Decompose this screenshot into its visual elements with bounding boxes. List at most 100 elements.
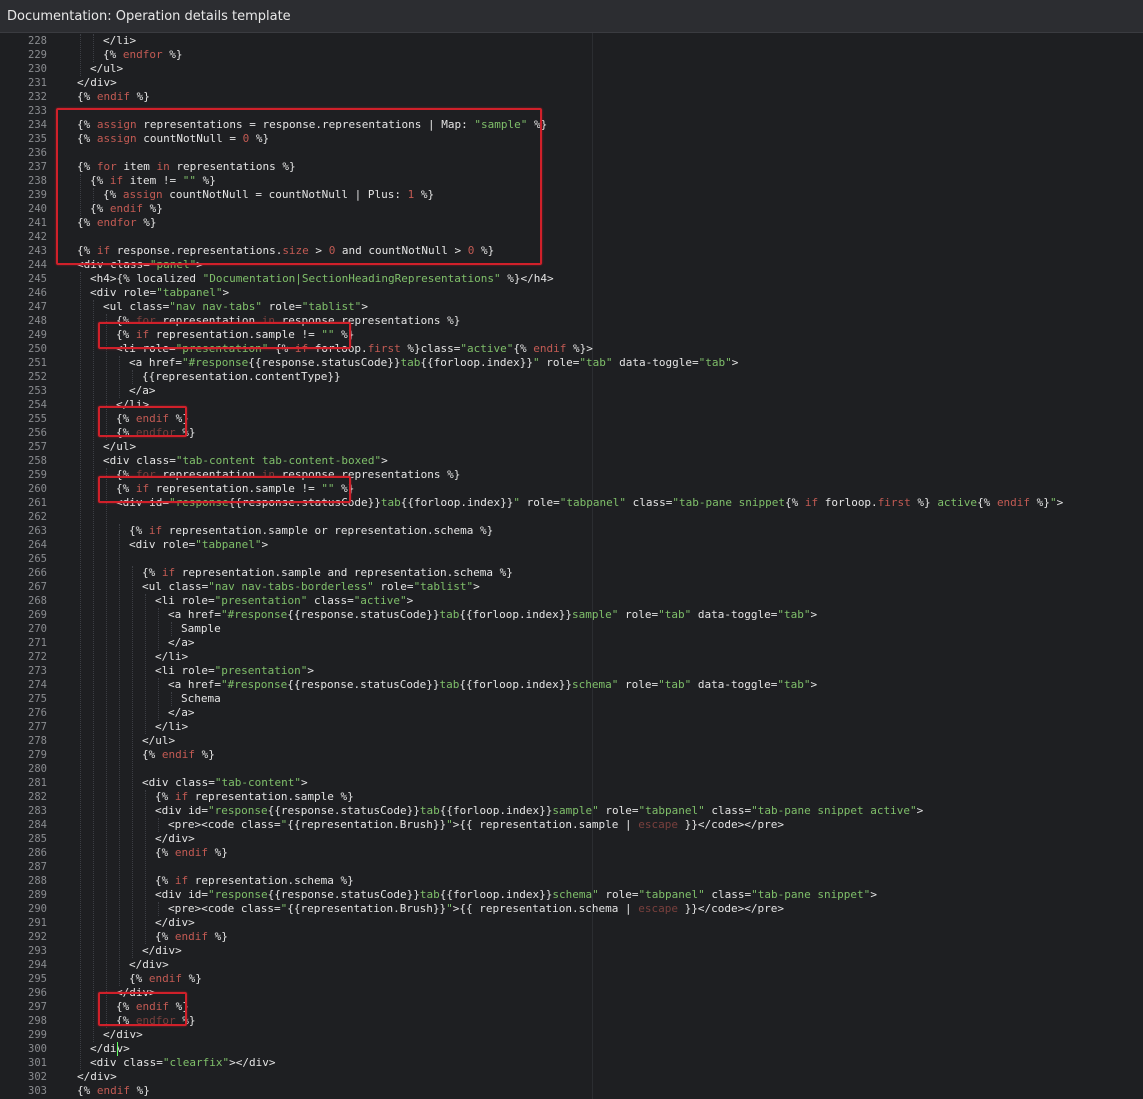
line-number: 302 xyxy=(28,1071,47,1083)
code-token: %} xyxy=(162,48,183,61)
code-token: schema" xyxy=(572,678,619,691)
code-line[interactable]: </div> xyxy=(142,944,182,958)
code-line[interactable]: {% if representation.sample or represent… xyxy=(129,524,493,538)
code-line[interactable]: <div role="tabpanel"> xyxy=(90,286,229,300)
code-line[interactable]: </ul> xyxy=(142,734,175,748)
code-line[interactable]: </div> xyxy=(77,1070,117,1084)
code-line[interactable]: {% endif %} xyxy=(77,1084,150,1098)
code-token: endif xyxy=(161,748,195,761)
code-line[interactable]: Schema xyxy=(181,692,221,706)
code-token: %} xyxy=(130,90,150,103)
code-token: <h4>{% localized xyxy=(90,272,203,285)
code-token: role= xyxy=(618,678,659,691)
code-token: first xyxy=(877,496,911,509)
line-number: 284 xyxy=(28,819,47,831)
code-line[interactable]: <a href="#response{{response.statusCode}… xyxy=(168,678,817,692)
code-token: role= xyxy=(520,496,560,509)
line-number: 271 xyxy=(28,637,47,649)
line-number: 294 xyxy=(28,959,47,971)
code-line[interactable]: {% endif %} xyxy=(129,972,202,986)
code-line[interactable]: <div class="tab-content tab-content-boxe… xyxy=(103,454,388,468)
code-line[interactable]: <ul class="nav nav-tabs-borderless" role… xyxy=(142,580,480,594)
code-line[interactable]: {{representation.contentType}} xyxy=(142,370,341,384)
code-line[interactable]: </div> xyxy=(129,958,169,972)
code-token: {% xyxy=(155,846,175,859)
code-line[interactable]: <div role="tabpanel"> xyxy=(129,538,268,552)
line-number: 297 xyxy=(28,1001,47,1013)
code-line[interactable]: </div> xyxy=(155,832,195,846)
code-token: </div> xyxy=(155,916,195,929)
line-number: 241 xyxy=(28,217,47,229)
code-token: role= xyxy=(373,580,414,593)
code-line[interactable]: <a href="#response{{response.statusCode}… xyxy=(168,608,817,622)
code-line[interactable]: {% if representation.schema %} xyxy=(155,874,354,888)
code-line[interactable]: <pre><code class= "{{representation.Brush… xyxy=(168,818,784,832)
code-token: > xyxy=(222,286,230,299)
line-number: 258 xyxy=(28,455,47,467)
code-token: tab xyxy=(380,496,401,509)
code-token: }}</code></pre> xyxy=(677,818,784,831)
code-line[interactable]: </li> xyxy=(155,720,188,734)
code-line[interactable]: </ul> xyxy=(90,62,123,76)
line-number: 236 xyxy=(28,147,47,159)
code-token: </a> xyxy=(168,706,195,719)
code-token: "tab-pane snippet xyxy=(672,496,785,509)
code-line[interactable]: <pre><code class= "{{representation.Brush… xyxy=(168,902,784,916)
code-line[interactable]: </ul> xyxy=(103,440,136,454)
code-line[interactable]: {% if representation.sample %} xyxy=(155,790,354,804)
code-line[interactable]: </div> xyxy=(155,916,195,930)
code-line[interactable]: Sample xyxy=(181,622,221,636)
code-line[interactable]: <div id="response{{response.statusCode}}… xyxy=(155,888,877,902)
code-line[interactable]: <div class="clearfix"></div> xyxy=(90,1056,275,1070)
code-line[interactable]: <div class="tab-content"> xyxy=(142,776,308,790)
code-token: {{response.statusCode}} xyxy=(287,608,440,621)
code-token: " xyxy=(446,818,453,831)
line-number: 266 xyxy=(28,567,47,579)
code-token: "tabpanel" xyxy=(195,538,262,551)
code-line[interactable]: {% endif %} xyxy=(77,90,150,104)
code-token: "clearfix" xyxy=(162,1056,230,1069)
code-line[interactable]: </a> xyxy=(129,384,156,398)
code-line[interactable]: {% endif %} xyxy=(155,846,228,860)
code-line[interactable]: </a> xyxy=(168,706,195,720)
code-token: <ul class= xyxy=(103,300,170,313)
code-line[interactable]: {% if representation.sample and represen… xyxy=(142,566,513,580)
line-number: 237 xyxy=(28,161,47,173)
code-token: </ul> xyxy=(90,62,124,75)
line-number: 245 xyxy=(28,273,47,285)
code-line[interactable]: </li> xyxy=(103,34,136,48)
code-line[interactable]: </li> xyxy=(155,650,188,664)
code-line[interactable]: <div id="response{{response.statusCode}}… xyxy=(155,804,923,818)
code-token: <a href= xyxy=(168,678,221,691)
code-line[interactable]: <li role="presentation"> xyxy=(155,664,314,678)
code-token: {% xyxy=(155,930,175,943)
code-line[interactable]: </div> xyxy=(77,76,117,90)
code-line[interactable]: {% endif %} xyxy=(155,930,228,944)
line-number: 299 xyxy=(28,1029,47,1041)
line-number: 291 xyxy=(28,917,47,929)
code-token: endif xyxy=(996,496,1031,509)
code-token: "#response xyxy=(181,356,249,369)
code-token: {% xyxy=(513,342,534,355)
line-number: 229 xyxy=(28,49,47,61)
code-line[interactable]: <h4>{% localized "Documentation|SectionH… xyxy=(90,272,554,286)
code-line[interactable]: </a> xyxy=(168,636,195,650)
code-editor[interactable]: 228 229 230 231 232 233 234 235 236 237 238 239 240 2… xyxy=(0,33,1143,1099)
line-number: 238 xyxy=(28,175,47,187)
code-line[interactable]: {% endfor %} xyxy=(103,48,183,62)
line-number: 263 xyxy=(28,525,47,537)
code-line[interactable]: <li role="presentation" class="active"> xyxy=(155,594,413,608)
code-token: "response xyxy=(207,888,268,901)
code-line[interactable]: <ul class="nav nav-tabs" role="tablist"> xyxy=(103,300,368,314)
code-line[interactable]: </div> xyxy=(103,1028,143,1042)
line-number: 267 xyxy=(28,581,47,593)
code-token: "tabpanel" xyxy=(638,804,705,817)
code-token: %} xyxy=(182,972,202,985)
code-token: {% xyxy=(77,1084,97,1097)
code-token: " xyxy=(533,356,540,369)
code-line[interactable]: {% endif %} xyxy=(142,748,215,762)
code-token: </li> xyxy=(155,650,189,663)
code-token: {% xyxy=(155,790,175,803)
code-line[interactable]: <a href="#response{{response.statusCode}… xyxy=(129,356,738,370)
code-line[interactable]: </div> xyxy=(90,1042,130,1056)
